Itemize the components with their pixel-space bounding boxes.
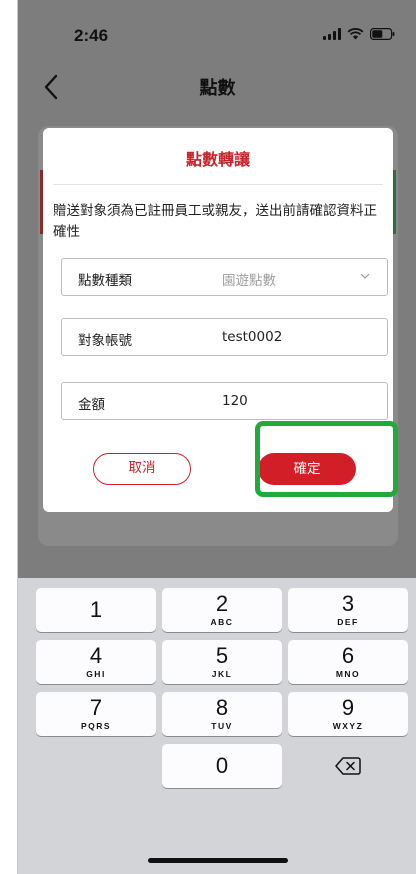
- home-indicator: [148, 858, 288, 863]
- screenshot-frame: 2:46 點數 點數轉讓 贈送對象須為已註冊員工或親友，送出前請確認資料正確性 …: [0, 0, 416, 874]
- numeric-keypad: 1 2 ABC 3 DEF 4 GHI 5 JKL 6 MNO 7 PQRS 8…: [18, 578, 416, 874]
- confirm-highlight-box: [255, 421, 398, 497]
- nav-bar: 點數: [18, 64, 416, 112]
- key-digit: 7: [89, 695, 103, 720]
- key-digit: 3: [341, 591, 355, 616]
- key-3[interactable]: 3 DEF: [288, 588, 408, 632]
- key-letters: MNO: [335, 669, 361, 679]
- dialog-note: 贈送對象須為已註冊員工或親友，送出前請確認資料正確性: [53, 203, 377, 240]
- key-2[interactable]: 2 ABC: [162, 588, 282, 632]
- status-bar: 2:46: [18, 0, 416, 70]
- key-letters: GHI: [86, 669, 106, 679]
- points-type-select[interactable]: 點數種類 園遊點數: [61, 258, 388, 296]
- dialog-title: 點數轉讓: [185, 150, 250, 169]
- points-type-value: 園遊點數: [222, 273, 276, 289]
- cancel-button[interactable]: 取消: [93, 453, 191, 485]
- cellular-signal-icon: [323, 28, 341, 40]
- battery-icon: [370, 28, 395, 40]
- key-letters: ABC: [210, 617, 234, 627]
- key-1[interactable]: 1: [36, 588, 156, 632]
- key-9[interactable]: 9 WXYZ: [288, 692, 408, 736]
- key-digit: 4: [89, 643, 103, 668]
- key-digit: 2: [215, 591, 229, 616]
- points-type-label: 點數種類: [78, 273, 132, 289]
- amount-field[interactable]: 金額 120: [61, 382, 388, 420]
- target-account-field[interactable]: 對象帳號 test0002: [61, 318, 388, 356]
- key-letters: DEF: [337, 617, 359, 627]
- phone-screen: 2:46 點數 點數轉讓 贈送對象須為已註冊員工或親友，送出前請確認資料正確性 …: [17, 0, 416, 874]
- key-letters: JKL: [211, 669, 233, 679]
- key-digit: 8: [215, 695, 229, 720]
- chevron-down-icon: [360, 273, 370, 279]
- key-letters: PQRS: [80, 721, 112, 731]
- status-icons: [323, 28, 395, 40]
- key-digit: 1: [89, 597, 103, 622]
- page-title: 點數: [199, 78, 236, 99]
- key-digit: 0: [215, 753, 229, 778]
- target-account-value: test0002: [222, 329, 283, 345]
- key-digit: 9: [341, 695, 355, 720]
- key-0[interactable]: 0: [162, 744, 282, 788]
- delete-key[interactable]: [288, 744, 408, 788]
- key-digit: 5: [215, 643, 229, 668]
- key-5[interactable]: 5 JKL: [162, 640, 282, 684]
- amount-value: 120: [222, 393, 248, 409]
- key-letters: WXYZ: [332, 721, 364, 731]
- key-6[interactable]: 6 MNO: [288, 640, 408, 684]
- amount-label: 金額: [78, 397, 105, 413]
- key-digit: 6: [341, 643, 355, 668]
- key-letters: TUV: [211, 721, 233, 731]
- status-time: 2:46: [74, 26, 109, 45]
- key-7[interactable]: 7 PQRS: [36, 692, 156, 736]
- target-account-label: 對象帳號: [78, 333, 132, 349]
- key-4[interactable]: 4 GHI: [36, 640, 156, 684]
- key-8[interactable]: 8 TUV: [162, 692, 282, 736]
- wifi-icon: [347, 28, 364, 40]
- backspace-icon: [335, 757, 361, 775]
- dialog-divider: [53, 184, 383, 185]
